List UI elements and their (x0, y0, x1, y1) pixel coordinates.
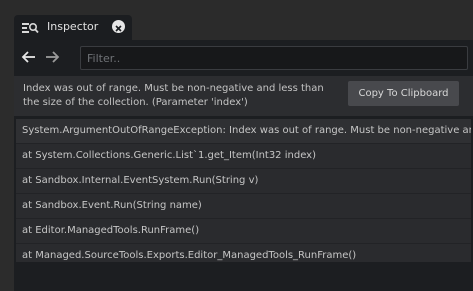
exception-message-area: Index was out of range. Must be non-nega… (14, 76, 473, 116)
tab-inspector[interactable]: Inspector (14, 15, 132, 40)
tab-title: Inspector (47, 20, 99, 33)
copy-to-clipboard-button[interactable]: Copy To Clipboard (348, 81, 459, 106)
stack-trace-row[interactable]: System.ArgumentOutOfRangeException: Inde… (16, 119, 471, 144)
stack-trace-row[interactable]: at Sandbox.Internal.EventSystem.Run(Stri… (16, 169, 471, 194)
panel-footer (14, 264, 473, 291)
exception-message: Index was out of range. Must be non-nega… (23, 83, 324, 108)
tab-bar: Inspector (0, 0, 473, 40)
stack-trace-row[interactable]: at Managed.SourceTools.Exports.Editor_Ma… (16, 244, 471, 262)
stack-trace-row[interactable]: at System.Collections.Generic.List`1.get… (16, 144, 471, 169)
inspector-list-icon (21, 20, 39, 34)
stack-trace-list: System.ArgumentOutOfRangeException: Inde… (16, 119, 471, 262)
filter-input[interactable] (80, 46, 468, 70)
inspector-toolbar (14, 40, 473, 74)
stack-trace-row[interactable]: at Sandbox.Event.Run(String name) (16, 194, 471, 219)
inspector-window: Inspector Filter.. Index was out of rang… (0, 0, 473, 291)
close-icon[interactable] (112, 20, 125, 33)
arrow-left-icon[interactable] (20, 48, 38, 66)
stack-trace-row[interactable]: at Editor.ManagedTools.RunFrame() (16, 219, 471, 244)
arrow-right-icon[interactable] (43, 48, 61, 66)
inspector-panel: Index was out of range. Must be non-nega… (14, 40, 473, 291)
